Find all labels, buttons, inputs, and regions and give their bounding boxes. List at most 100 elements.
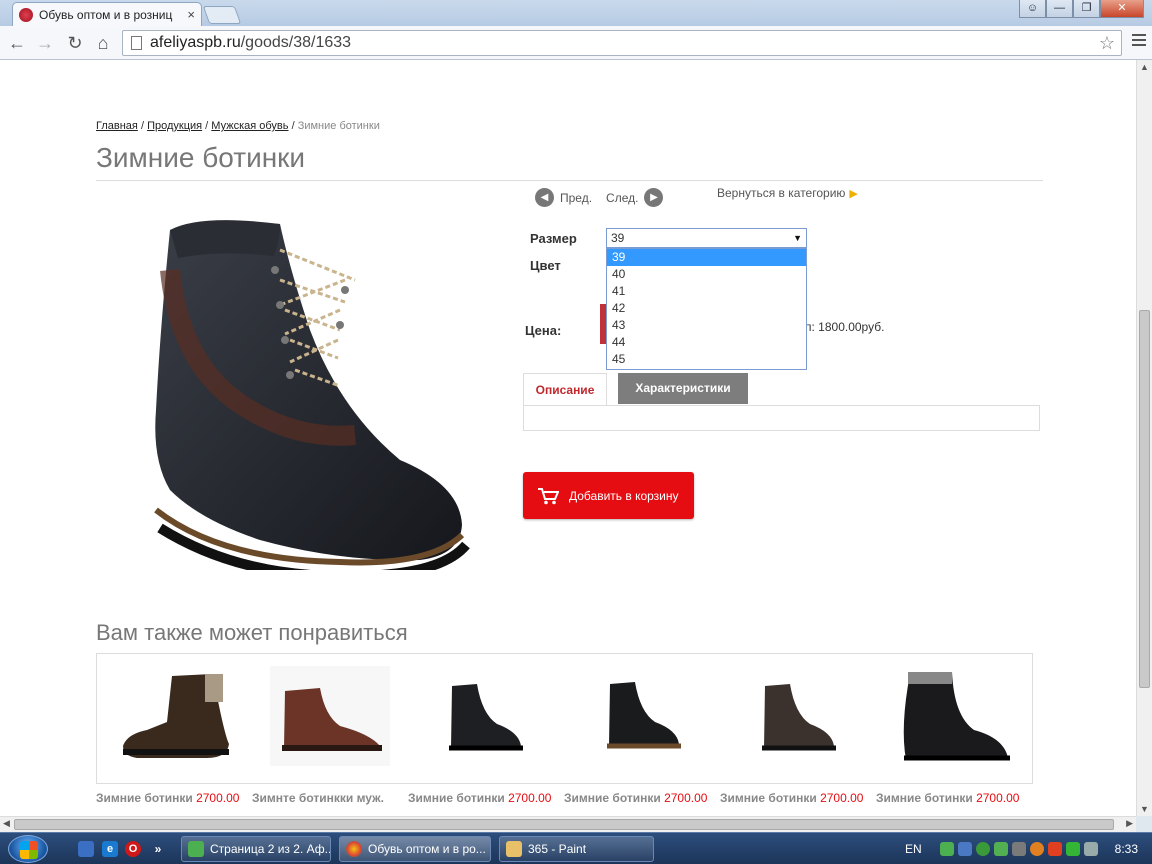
chrome-icon	[346, 841, 362, 857]
browser-toolbar: ← → ↻ ⌂ afeliyaspb.ru/goods/38/1633 ☆	[0, 26, 1152, 60]
back-arrow-icon[interactable]: ←	[6, 32, 28, 54]
also-like-carousel	[96, 653, 1033, 784]
volume-icon[interactable]	[1083, 842, 1098, 856]
size-option[interactable]: 45	[607, 351, 806, 368]
language-indicator[interactable]: EN	[905, 842, 922, 856]
back-to-category-link[interactable]: Вернуться в категорию ▶	[717, 186, 858, 200]
window-controls: ☺ — ❐ ✕	[1019, 0, 1144, 18]
vertical-scrollbar[interactable]: ▲ ▼	[1136, 60, 1152, 816]
tray-icon[interactable]	[993, 842, 1008, 856]
prev-arrow-icon[interactable]: ◀	[535, 188, 554, 207]
price-label: Цена:	[525, 323, 562, 338]
scroll-thumb[interactable]	[1139, 310, 1150, 688]
tray-icon[interactable]	[939, 842, 954, 856]
app-icon	[188, 841, 204, 857]
product-thumbnail[interactable]	[740, 666, 860, 766]
list-item[interactable]: Зимние ботинки 2700.00	[720, 791, 863, 805]
home-icon[interactable]: ⌂	[92, 32, 114, 54]
user-icon[interactable]: ☺	[1019, 0, 1046, 18]
tray-icon[interactable]	[1029, 842, 1044, 856]
breadcrumb: Главная / Продукция / Мужская обувь / Зи…	[96, 120, 380, 132]
paint-icon	[506, 841, 522, 857]
scroll-thumb[interactable]	[14, 819, 1114, 830]
size-dropdown-list: 39 40 41 42 43 44 45	[606, 248, 807, 370]
scroll-right-icon[interactable]: ▶	[1126, 818, 1133, 829]
forward-arrow-icon[interactable]: →	[34, 32, 56, 54]
tray-icon[interactable]	[1047, 842, 1062, 856]
minimize-button[interactable]: —	[1046, 0, 1073, 18]
tab-characteristics[interactable]: Характеристики	[618, 373, 748, 404]
list-item[interactable]: Зимнте ботинкки муж.	[252, 791, 384, 805]
product-image[interactable]	[140, 210, 470, 570]
opera-icon[interactable]: O	[125, 841, 141, 857]
breadcrumb-link-mens[interactable]: Мужская обувь	[211, 120, 288, 132]
restore-button[interactable]: ❐	[1073, 0, 1100, 18]
windows-logo-icon	[20, 841, 38, 859]
cart-icon	[538, 487, 559, 504]
size-option[interactable]: 39	[607, 249, 806, 266]
reload-icon[interactable]: ↻	[64, 32, 86, 54]
tab-close-icon[interactable]: ×	[187, 7, 195, 22]
tab-description[interactable]: Описание	[523, 373, 607, 406]
product-thumbnail[interactable]	[892, 666, 1012, 766]
list-item[interactable]: Зимние ботинки 2700.00	[408, 791, 551, 805]
address-bar[interactable]: afeliyaspb.ru/goods/38/1633 ☆	[122, 30, 1122, 56]
scroll-left-icon[interactable]: ◀	[3, 818, 10, 829]
page-viewport: Главная / Продукция / Мужская обувь / Зи…	[0, 60, 1136, 816]
url-text: afeliyaspb.ru/goods/38/1633	[150, 34, 352, 51]
breadcrumb-link-home[interactable]: Главная	[96, 120, 138, 132]
tray-icon[interactable]	[1011, 842, 1026, 856]
site-favicon-icon	[19, 7, 33, 22]
clock[interactable]: 8:33	[1115, 842, 1138, 856]
size-select[interactable]: 39 ▼	[606, 228, 807, 248]
next-arrow-icon[interactable]: ▶	[644, 188, 664, 207]
tray-icon[interactable]	[957, 842, 972, 856]
list-item[interactable]: Зимние ботинки 2700.00	[876, 791, 1019, 805]
new-tab-button[interactable]	[202, 6, 242, 24]
tray-icon[interactable]	[975, 842, 990, 856]
page-title: Зимние ботинки	[96, 142, 306, 173]
back-to-category-label: Вернуться в категорию	[717, 186, 846, 200]
close-button[interactable]: ✕	[1100, 0, 1144, 18]
breadcrumb-link-products[interactable]: Продукция	[147, 120, 202, 132]
chevron-down-icon: ▼	[793, 233, 802, 243]
size-option[interactable]: 41	[607, 283, 806, 300]
scroll-up-icon[interactable]: ▲	[1140, 62, 1149, 72]
horizontal-scrollbar[interactable]: ◀ ▶	[0, 816, 1136, 832]
product-thumbnail[interactable]	[427, 666, 547, 766]
start-button[interactable]	[8, 835, 48, 863]
taskbar-item[interactable]: Страница 2 из 2. Аф...	[181, 836, 331, 862]
tab-title: Обувь оптом и в розниц	[39, 7, 173, 22]
network-icon[interactable]	[1065, 842, 1080, 856]
bookmark-star-icon[interactable]: ☆	[1099, 33, 1115, 54]
page-icon	[131, 36, 142, 50]
size-option[interactable]: 42	[607, 300, 806, 317]
also-like-captions: Зимние ботинки 2700.00 Зимнте ботинкки м…	[96, 791, 1136, 805]
scroll-down-icon[interactable]: ▼	[1140, 804, 1149, 814]
tab-panel	[523, 405, 1040, 431]
taskbar-item[interactable]: Обувь оптом и в ро...	[339, 836, 491, 862]
also-like-heading: Вам также может понравиться	[96, 620, 408, 645]
next-link[interactable]: След.	[606, 191, 638, 205]
desktop-icon[interactable]	[78, 841, 94, 857]
price-old: п: 1800.00руб.	[805, 320, 885, 334]
product-thumbnail[interactable]	[117, 666, 237, 766]
size-option[interactable]: 40	[607, 266, 806, 283]
size-option[interactable]: 43	[607, 317, 806, 334]
browser-titlebar: Обувь оптом и в розниц × ☺ — ❐ ✕	[0, 0, 1152, 26]
add-to-cart-button[interactable]: Добавить в корзину	[523, 472, 694, 519]
ie-icon[interactable]: e	[102, 841, 118, 857]
list-item[interactable]: Зимние ботинки 2700.00	[96, 791, 239, 805]
prev-link[interactable]: Пред.	[560, 191, 592, 205]
menu-icon[interactable]	[1132, 34, 1146, 48]
browser-tab[interactable]: Обувь оптом и в розниц ×	[12, 2, 202, 26]
size-label: Размер	[530, 231, 577, 246]
list-item[interactable]: Зимние ботинки 2700.00	[564, 791, 707, 805]
size-option[interactable]: 44	[607, 334, 806, 351]
product-thumbnail[interactable]	[585, 666, 705, 766]
product-thumbnail[interactable]	[270, 666, 390, 766]
title-divider	[96, 180, 1043, 181]
system-tray: EN	[905, 833, 1098, 864]
taskbar-item[interactable]: 365 - Paint	[499, 836, 654, 862]
overflow-chevron-icon[interactable]: »	[150, 841, 166, 857]
